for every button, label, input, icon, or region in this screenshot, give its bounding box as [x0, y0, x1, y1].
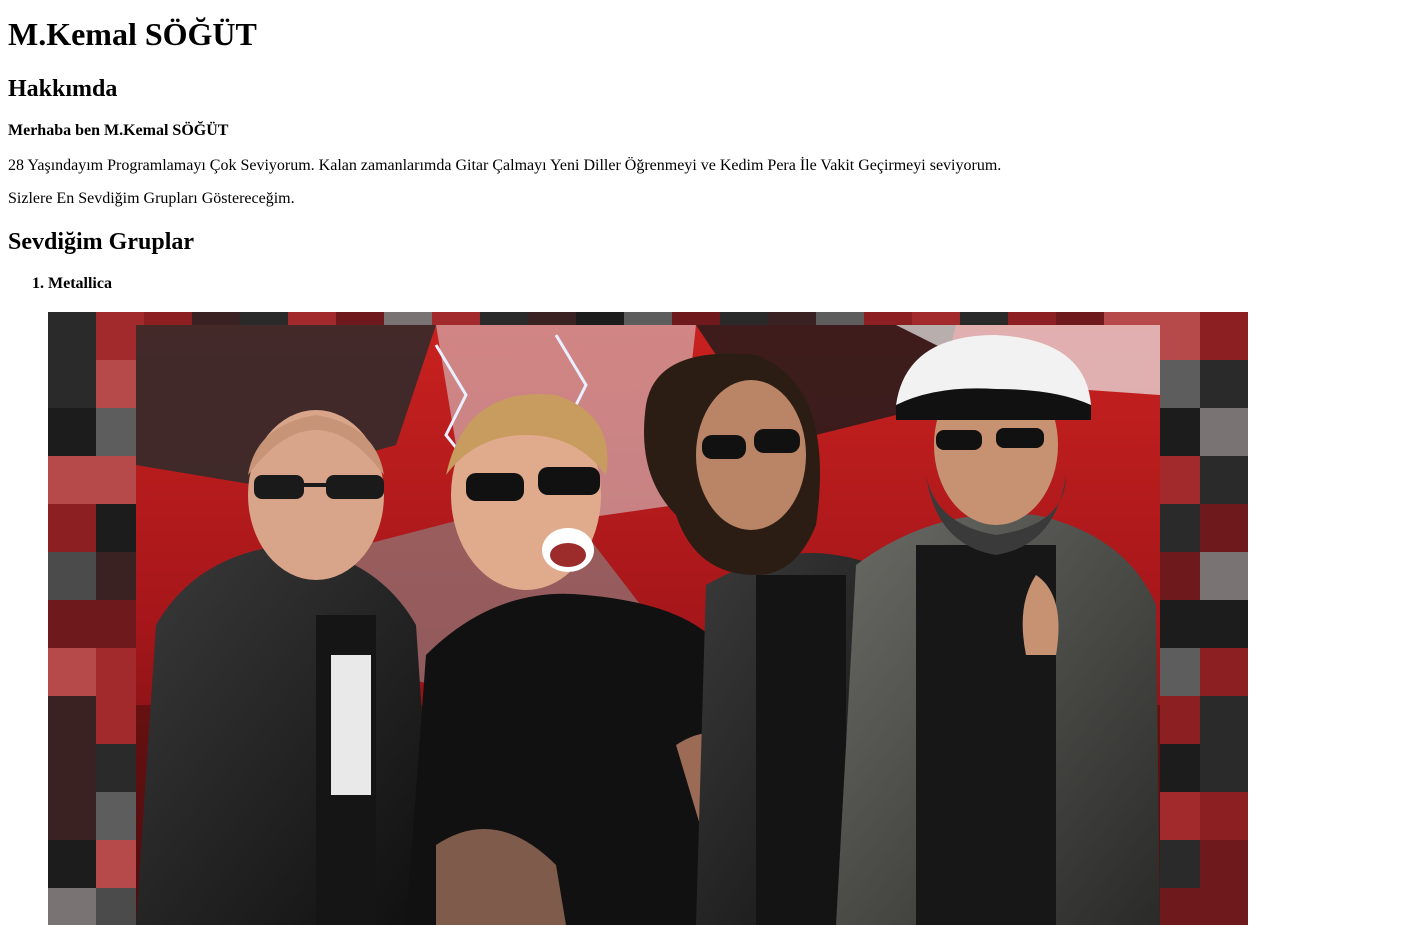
page: M.Kemal SÖĞÜT Hakkımda Merhaba ben M.Kem…	[0, 0, 1411, 925]
pixel-cell	[1200, 504, 1248, 552]
about-intro: Merhaba ben M.Kemal SÖĞÜT	[8, 122, 229, 139]
pixel-cell	[48, 840, 96, 888]
pixel-cell	[1200, 456, 1248, 504]
pixel-cell	[1200, 312, 1248, 360]
pixel-cell	[1200, 360, 1248, 408]
pixel-cell	[48, 504, 96, 552]
pixel-cell	[1200, 696, 1248, 744]
pixel-cell	[48, 648, 96, 696]
about-heading: Hakkımda	[8, 76, 118, 102]
pixel-cell	[48, 888, 96, 925]
pixel-cell	[1200, 648, 1248, 696]
pixel-cell	[48, 792, 96, 840]
group-name-metallica: Metallica	[48, 275, 112, 292]
pixel-cell	[1200, 840, 1248, 888]
pixel-cell	[1200, 552, 1248, 600]
pixel-cell	[1200, 888, 1248, 925]
pixel-cell	[48, 600, 96, 648]
pixel-cell	[1200, 408, 1248, 456]
pixel-cell	[48, 552, 96, 600]
pixel-cell	[48, 456, 96, 504]
groups-list: Metallica	[0, 274, 112, 294]
pixel-cell	[1200, 744, 1248, 792]
about-note: Sizlere En Sevdiğim Grupları Göstereceği…	[8, 190, 295, 207]
groups-heading: Sevdiğim Gruplar	[8, 229, 195, 255]
pixel-cell	[48, 408, 96, 456]
pixel-cell	[48, 360, 96, 408]
pixel-cell	[1200, 600, 1248, 648]
pixel-cell	[48, 744, 96, 792]
band-photo-image	[136, 325, 1160, 925]
list-item: Metallica	[48, 274, 112, 294]
about-bio: 28 Yaşındayım Programlamayı Çok Seviyoru…	[8, 157, 1002, 174]
pixel-cell	[48, 696, 96, 744]
pixel-cell	[48, 312, 96, 360]
pixel-cell	[1200, 792, 1248, 840]
page-title: M.Kemal SÖĞÜT	[8, 16, 257, 52]
band-photo	[48, 312, 1248, 925]
